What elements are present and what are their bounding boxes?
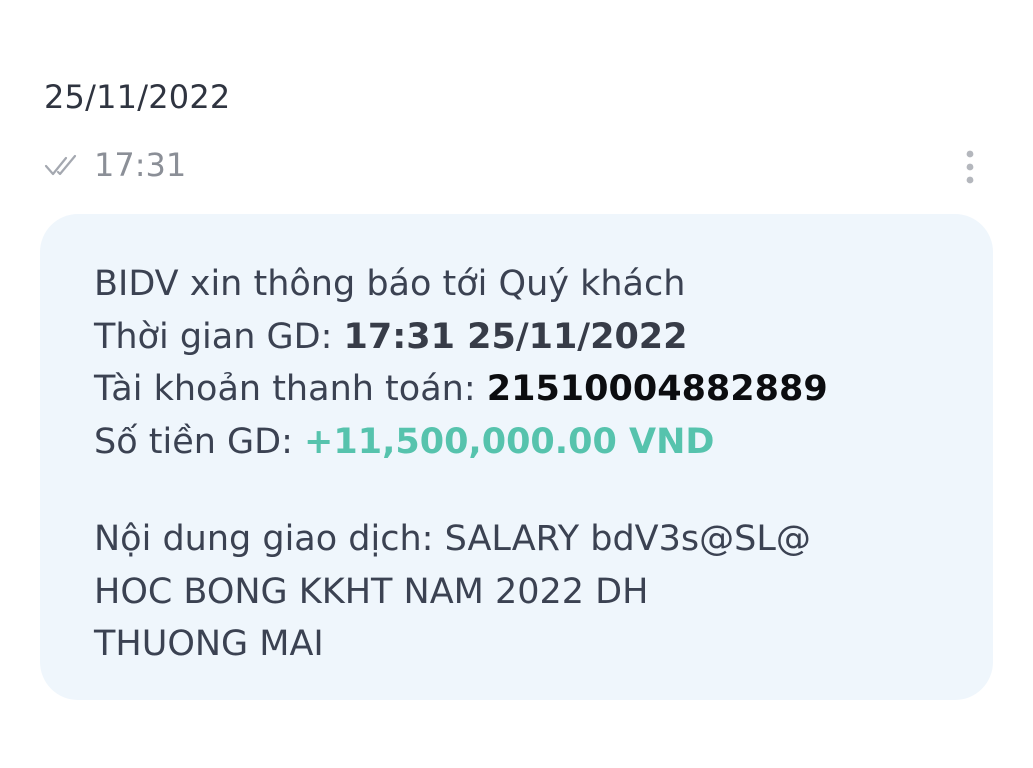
message-bubble[interactable]: BIDV xin thông báo tới Quý khách Thời gi… bbox=[40, 214, 993, 700]
message-time: 17:31 bbox=[94, 146, 187, 184]
transaction-time-label: Thời gian GD: bbox=[94, 316, 344, 357]
double-check-icon bbox=[44, 150, 80, 180]
amount-row: Số tiền GD: +11,500,000.00 VND bbox=[94, 416, 953, 469]
transaction-time-row: Thời gian GD: 17:31 25/11/2022 bbox=[94, 311, 953, 364]
more-options-button[interactable] bbox=[952, 146, 988, 190]
account-label: Tài khoản thanh toán: bbox=[94, 369, 487, 409]
date-header: 25/11/2022 bbox=[44, 78, 231, 116]
content-line-1: Nội dung giao dịch: SALARY bdV3s@SL@ bbox=[94, 519, 811, 559]
account-number[interactable]: 21510004882889 bbox=[487, 369, 828, 409]
account-row: Tài khoản thanh toán: 21510004882889 bbox=[94, 363, 953, 416]
amount-label: Số tiền GD: bbox=[94, 421, 305, 462]
transaction-time-value: 17:31 25/11/2022 bbox=[343, 316, 688, 357]
amount-value: +11,500,000.00 VND bbox=[304, 421, 715, 462]
more-vertical-icon bbox=[964, 146, 976, 190]
message-screen: 25/11/2022 17:31 BIDV xin thông báo tới … bbox=[0, 0, 1033, 768]
message-meta: 17:31 bbox=[44, 140, 186, 190]
content-line-3: THUONG MAI bbox=[94, 624, 324, 664]
content-line-2: HOC BONG KKHT NAM 2022 DH bbox=[94, 571, 649, 612]
greeting-text: BIDV xin thông báo tới Quý khách bbox=[94, 264, 686, 304]
